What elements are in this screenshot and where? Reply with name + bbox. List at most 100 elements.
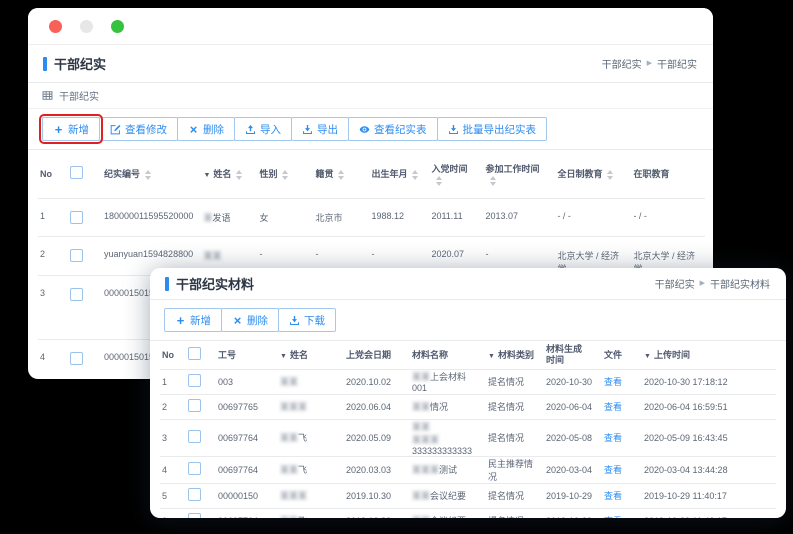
col-select <box>68 150 102 198</box>
cell-select <box>186 508 216 518</box>
filter-icon[interactable]: ▼ <box>644 353 651 360</box>
column-label: 在职教育 <box>633 169 669 179</box>
batch-export-button[interactable]: 批量导出纪实表 <box>437 117 548 141</box>
sort-icon[interactable] <box>338 170 344 180</box>
page-title-text: 干部纪实材料 <box>176 274 254 293</box>
cell-text: 飞 <box>298 516 307 518</box>
table-row: 1180000011595520000某发语女北京市1988.122011.11… <box>38 198 705 236</box>
view-file-link[interactable]: 查看 <box>604 491 622 501</box>
cell-no: 4 <box>38 339 68 379</box>
cell-employee-id: 00000150 <box>216 483 278 508</box>
cell-generated-date: 2019-10-29 <box>544 483 602 508</box>
sort-icon[interactable] <box>145 170 151 180</box>
page-title: 干部纪实材料 <box>165 274 254 293</box>
sort-icon[interactable] <box>490 176 496 186</box>
cell-select <box>186 394 216 419</box>
sort-down-caret <box>412 176 418 180</box>
cell-select <box>68 339 102 379</box>
sort-up-caret <box>607 170 613 174</box>
sort-icon[interactable] <box>436 176 442 186</box>
cell-no: 2 <box>160 394 186 419</box>
table-grid-icon <box>42 90 53 101</box>
cell-text: 飞 <box>298 465 307 475</box>
filter-icon[interactable]: ▼ <box>203 172 210 179</box>
sort-icon[interactable] <box>412 170 418 180</box>
column-label: No <box>40 169 52 179</box>
plus-icon: + <box>175 315 186 326</box>
cell-material-category: 提名情况 <box>486 369 544 394</box>
close-traffic-light-icon[interactable] <box>49 20 62 33</box>
view-file-link[interactable]: 查看 <box>604 433 622 443</box>
filter-icon[interactable]: ▼ <box>280 353 287 360</box>
cell-select <box>186 369 216 394</box>
row-checkbox[interactable] <box>188 374 201 387</box>
download-button[interactable]: 下载 <box>278 308 336 332</box>
add-button[interactable]: +新增 <box>164 308 222 332</box>
view-file-link[interactable]: 查看 <box>604 516 622 518</box>
redacted-text: 某某某 <box>280 491 307 501</box>
cell-material-category: 提名情况 <box>486 483 544 508</box>
download-icon <box>302 124 313 135</box>
maximize-traffic-light-icon[interactable] <box>111 20 124 33</box>
redacted-text: 某某 <box>412 491 430 501</box>
cell-select <box>68 236 102 275</box>
row-checkbox[interactable] <box>188 513 201 518</box>
cell-material-category: 提名情况 <box>486 508 544 518</box>
row-checkbox[interactable] <box>188 488 201 501</box>
row-checkbox[interactable] <box>70 249 83 262</box>
page-header: 干部纪实材料 干部纪实 ▶ 干部纪实材料 <box>150 268 786 300</box>
delete-button[interactable]: ×删除 <box>177 117 235 141</box>
column-label: 姓名 <box>290 350 308 360</box>
delete-button[interactable]: ×删除 <box>221 308 279 332</box>
sort-icon[interactable] <box>282 170 288 180</box>
cell-material-name: 某某会议纪要 <box>410 483 486 508</box>
view-file-link[interactable]: 查看 <box>604 465 622 475</box>
cell-text: 情况 <box>430 402 448 412</box>
sort-down-caret <box>236 176 242 180</box>
breadcrumb-item[interactable]: 干部纪实 <box>602 56 642 71</box>
download-icon <box>448 124 459 135</box>
breadcrumb-item[interactable]: 干部纪实 <box>655 276 695 291</box>
table-row: 300697764某某飞2020.05.09某某 某某某333333333333… <box>160 419 776 456</box>
view-edit-button[interactable]: 查看修改 <box>99 117 178 141</box>
cell-text: 333333333333 <box>412 446 472 456</box>
row-checkbox[interactable] <box>188 399 201 412</box>
close-icon: × <box>188 124 199 135</box>
filter-icon[interactable]: ▼ <box>488 353 495 360</box>
row-checkbox[interactable] <box>188 430 201 443</box>
cell-material-name: 某某某测试 <box>410 456 486 483</box>
cell-meeting-date: 2019.10.30 <box>344 483 410 508</box>
cell-name: 某某飞 <box>278 508 344 518</box>
view-file-link[interactable]: 查看 <box>604 377 622 387</box>
import-button[interactable]: 导入 <box>234 117 292 141</box>
button-label: 删除 <box>247 313 268 328</box>
row-checkbox[interactable] <box>70 352 83 365</box>
window-cadre-record-materials: 干部纪实材料 干部纪实 ▶ 干部纪实材料 +新增×删除下载 No工号▼姓名上党会… <box>150 268 786 518</box>
row-checkbox[interactable] <box>70 288 83 301</box>
view-record-table-button[interactable]: 查看纪实表 <box>348 117 438 141</box>
row-checkbox[interactable] <box>188 462 201 475</box>
add-button[interactable]: +新增 <box>42 117 100 141</box>
sort-icon[interactable] <box>236 170 242 180</box>
cell-upload-time: 2019-10-29 11:40:17 <box>642 508 776 518</box>
redacted-text: 某某 <box>412 422 430 432</box>
cell-record-id: 180000011595520000 <box>102 198 201 236</box>
button-label: 批量导出纪实表 <box>463 122 537 137</box>
row-checkbox[interactable] <box>70 211 83 224</box>
redacted-text: 某某某 <box>412 435 439 445</box>
select-all-checkbox[interactable] <box>188 347 201 360</box>
cell-gender: 女 <box>257 198 313 236</box>
col-upload-time: ▼上传时间 <box>642 341 776 369</box>
cell-no: 3 <box>38 275 68 339</box>
upload-icon <box>245 124 256 135</box>
select-all-checkbox[interactable] <box>70 166 83 179</box>
redacted-text: 某某某 <box>412 465 439 475</box>
sort-icon[interactable] <box>607 170 613 180</box>
view-file-link[interactable]: 查看 <box>604 402 622 412</box>
minimize-traffic-light-icon[interactable] <box>80 20 93 33</box>
redacted-text: 某某 <box>280 465 298 475</box>
redacted-text: 某某 <box>280 433 298 443</box>
export-button[interactable]: 导出 <box>291 117 349 141</box>
button-label: 查看纪实表 <box>374 122 427 137</box>
cell-text: 飞 <box>298 433 307 443</box>
